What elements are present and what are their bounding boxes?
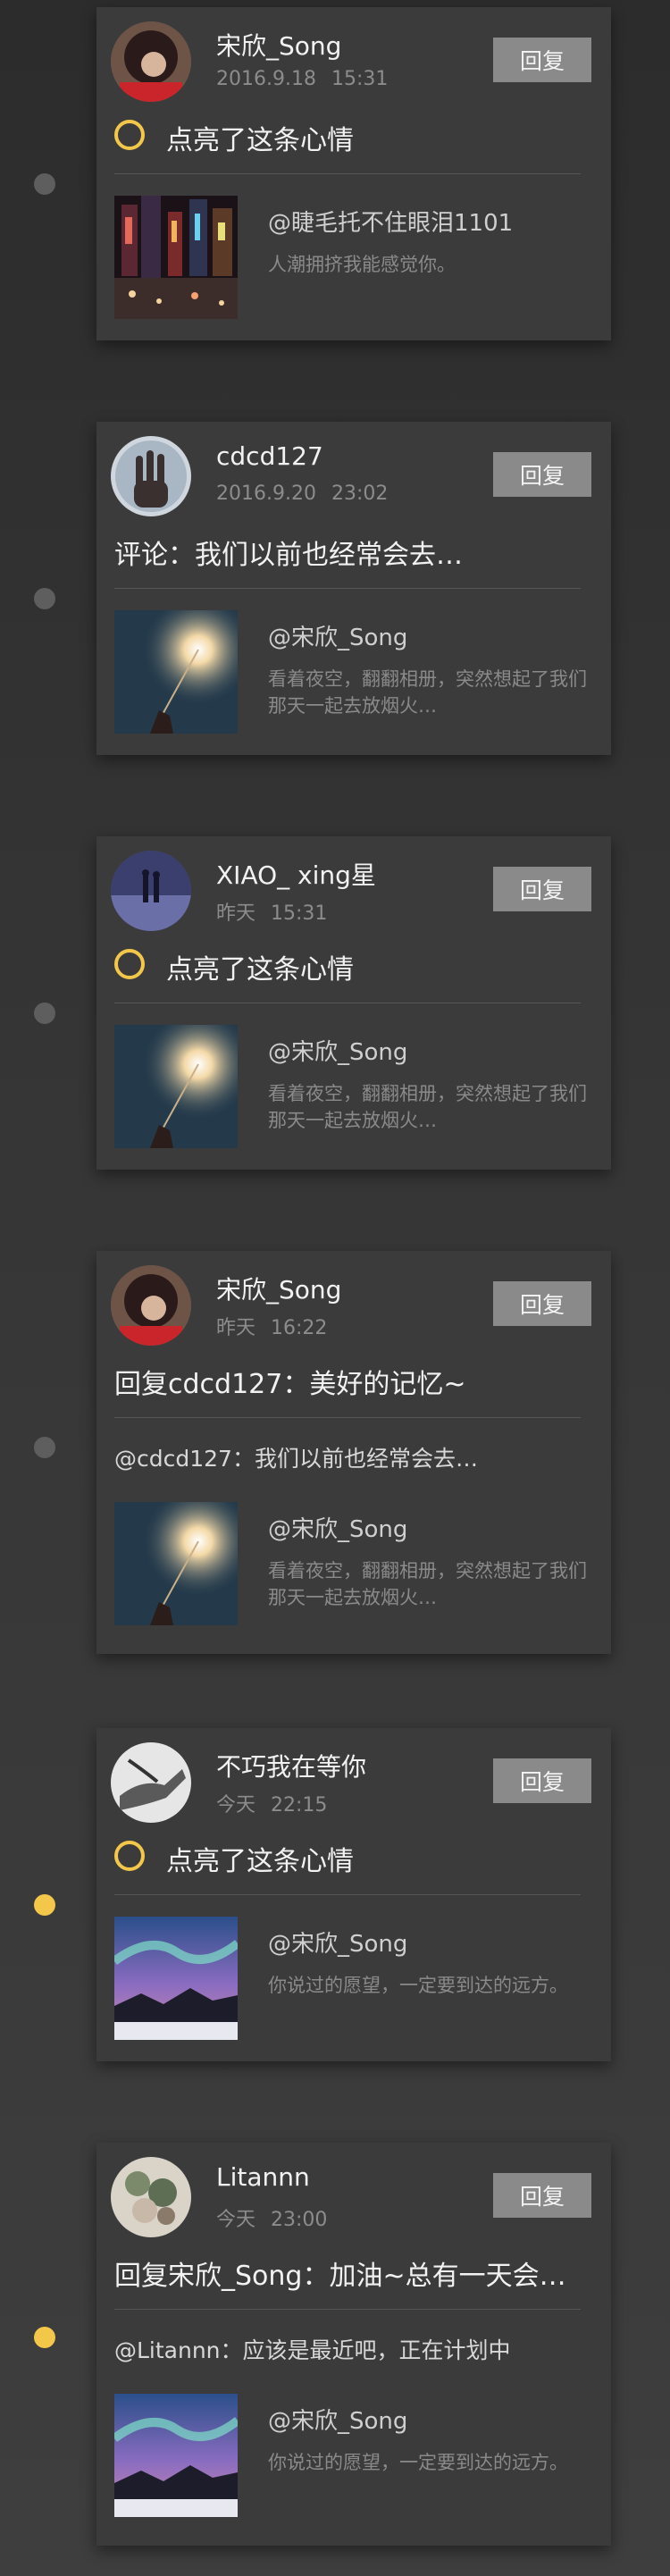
notification-card[interactable]: 宋欣_Song 2016.9.18 15:31 回复 点亮了这条心情 @睫毛托不… <box>96 7 611 340</box>
sparkler-image-icon <box>114 1025 238 1148</box>
reply-button[interactable]: 回复 <box>493 1281 591 1326</box>
post-thumbnail[interactable] <box>114 1917 238 2040</box>
aurora-image-icon <box>114 2394 238 2517</box>
hand-avatar-icon <box>111 436 191 516</box>
post-thumbnail[interactable] <box>114 1025 238 1148</box>
referenced-post[interactable]: @宋欣_Song 看着夜空，翻翻相册，突然想起了我们那天一起去放烟火… <box>96 1493 611 1654</box>
action-line: 点亮了这条心情 <box>96 105 611 173</box>
reply-button[interactable]: 回复 <box>493 867 591 911</box>
action-text: 点亮了这条心情 <box>166 125 354 156</box>
timeline-dot-active <box>34 1894 55 1916</box>
timeline-dot-active <box>34 2327 55 2348</box>
timestamp: 昨天 16:22 <box>216 1317 328 1339</box>
action-line: 回复宋欣_Song：加油~总有一天会… <box>96 2241 611 2309</box>
username[interactable]: XIAO_ xing星 <box>216 856 376 892</box>
timestamp: 2016.9.20 23:02 <box>216 482 389 505</box>
timeline-dot <box>34 1003 55 1024</box>
username[interactable]: 宋欣_Song <box>216 1271 341 1306</box>
city-night-image-icon <box>114 196 238 319</box>
post-excerpt: 看着夜空，翻翻相册，突然想起了我们那天一起去放烟火… <box>268 668 587 717</box>
action-text: 回复cdcd127：美好的记忆~ <box>114 1369 466 1400</box>
post-thumbnail[interactable] <box>114 1502 238 1625</box>
post-excerpt: 人潮拥挤我能感觉你。 <box>268 254 456 275</box>
sparkler-image-icon <box>114 1502 238 1625</box>
card-header: 宋欣_Song 2016.9.18 15:31 回复 <box>96 7 611 105</box>
post-thumbnail[interactable] <box>114 196 238 319</box>
post-excerpt: 看着夜空，翻翻相册，突然想起了我们那天一起去放烟火… <box>268 1560 587 1608</box>
post-excerpt: 你说过的愿望，一定要到达的远方。 <box>268 1975 568 1996</box>
referenced-post[interactable]: @宋欣_Song 你说过的愿望，一定要到达的远方。 <box>96 1895 611 2061</box>
avatar[interactable] <box>111 851 191 931</box>
referenced-post[interactable]: @睫毛托不住眼泪1101 人潮拥挤我能感觉你。 <box>96 174 611 340</box>
timeline-dot <box>34 173 55 195</box>
post-author[interactable]: @睫毛托不住眼泪1101 <box>268 205 513 238</box>
action-text: 评论：我们以前也经常会去… <box>114 540 463 571</box>
action-line: 回复cdcd127：美好的记忆~ <box>96 1349 611 1417</box>
card-header: cdcd127 2016.9.20 23:02 回复 <box>96 422 611 520</box>
timeline-dot <box>34 588 55 609</box>
like-circle-icon <box>114 949 145 979</box>
post-excerpt: 看着夜空，翻翻相册，突然想起了我们那天一起去放烟火… <box>268 1083 587 1131</box>
avatar[interactable] <box>111 1265 191 1346</box>
post-author[interactable]: @宋欣_Song <box>268 1926 407 1959</box>
referenced-post[interactable]: @宋欣_Song 看着夜空，翻翻相册，突然想起了我们那天一起去放烟火… <box>96 1003 611 1170</box>
reply-button[interactable]: 回复 <box>493 38 591 82</box>
couple-avatar-icon <box>111 851 191 931</box>
post-author[interactable]: @宋欣_Song <box>268 619 407 652</box>
reply-button[interactable]: 回复 <box>493 2173 591 2218</box>
sparkler-image-icon <box>114 610 238 734</box>
notification-card[interactable]: cdcd127 2016.9.20 23:02 回复 评论：我们以前也经常会去… <box>96 422 611 755</box>
notification-feed: 宋欣_Song 2016.9.18 15:31 回复 点亮了这条心情 @睫毛托不… <box>0 0 670 2576</box>
avatar[interactable] <box>111 1742 191 1823</box>
username[interactable]: Litannn <box>216 2162 310 2192</box>
action-line: 点亮了这条心情 <box>96 935 611 1003</box>
girl-red-avatar-icon <box>111 1265 191 1346</box>
timestamp: 今天 22:15 <box>216 1794 328 1817</box>
quoted-comment: @cdcd127：我们以前也经常会去… <box>96 1418 611 1493</box>
aurora-image-icon <box>114 1917 238 2040</box>
referenced-post[interactable]: @宋欣_Song 看着夜空，翻翻相册，突然想起了我们那天一起去放烟火… <box>96 589 611 755</box>
timestamp: 2016.9.18 15:31 <box>216 68 389 90</box>
post-author[interactable]: @宋欣_Song <box>268 1034 407 1067</box>
action-text: 点亮了这条心情 <box>166 954 354 986</box>
like-circle-icon <box>114 120 145 150</box>
like-circle-icon <box>114 1841 145 1871</box>
action-text: 回复宋欣_Song：加油~总有一天会… <box>114 2261 566 2292</box>
card-header: 不巧我在等你 今天 22:15 回复 <box>96 1728 611 1826</box>
card-header: Litannn 今天 23:00 回复 <box>96 2143 611 2241</box>
quoted-comment: @Litannn：应该是最近吧，正在计划中 <box>96 2310 611 2385</box>
notification-card[interactable]: Litannn 今天 23:00 回复 回复宋欣_Song：加油~总有一天会… … <box>96 2143 611 2546</box>
timeline-dot <box>34 1437 55 1458</box>
girl-red-avatar-icon <box>111 21 191 102</box>
quoted-comment-text: @Litannn：应该是最近吧，正在计划中 <box>114 2337 511 2363</box>
avatar[interactable] <box>111 436 191 516</box>
post-author[interactable]: @宋欣_Song <box>268 2403 407 2436</box>
username[interactable]: 宋欣_Song <box>216 27 341 63</box>
notification-card[interactable]: XIAO_ xing星 昨天 15:31 回复 点亮了这条心情 @宋欣_Song… <box>96 836 611 1170</box>
post-thumbnail[interactable] <box>114 610 238 734</box>
card-header: XIAO_ xing星 昨天 15:31 回复 <box>96 836 611 935</box>
card-header: 宋欣_Song 昨天 16:22 回复 <box>96 1251 611 1349</box>
timestamp: 今天 23:00 <box>216 2209 328 2231</box>
action-text: 点亮了这条心情 <box>166 1846 354 1877</box>
timestamp: 昨天 15:31 <box>216 902 328 925</box>
notification-card[interactable]: 不巧我在等你 今天 22:15 回复 点亮了这条心情 @宋欣_Song 你说过的… <box>96 1728 611 2061</box>
reply-button[interactable]: 回复 <box>493 1758 591 1803</box>
action-line: 点亮了这条心情 <box>96 1826 611 1894</box>
action-line: 评论：我们以前也经常会去… <box>96 520 611 588</box>
username[interactable]: 不巧我在等你 <box>216 1748 366 1783</box>
flowers-avatar-icon <box>111 2157 191 2237</box>
avatar[interactable] <box>111 2157 191 2237</box>
quoted-comment-text: @cdcd127：我们以前也经常会去… <box>114 1446 478 1472</box>
reply-button[interactable]: 回复 <box>493 452 591 497</box>
post-author[interactable]: @宋欣_Song <box>268 1511 407 1544</box>
hands-bw-avatar-icon <box>111 1742 191 1823</box>
referenced-post[interactable]: @宋欣_Song 你说过的愿望，一定要到达的远方。 <box>96 2385 611 2546</box>
post-excerpt: 你说过的愿望，一定要到达的远方。 <box>268 2452 568 2473</box>
username[interactable]: cdcd127 <box>216 441 323 471</box>
post-thumbnail[interactable] <box>114 2394 238 2517</box>
avatar[interactable] <box>111 21 191 102</box>
notification-card[interactable]: 宋欣_Song 昨天 16:22 回复 回复cdcd127：美好的记忆~ @cd… <box>96 1251 611 1654</box>
